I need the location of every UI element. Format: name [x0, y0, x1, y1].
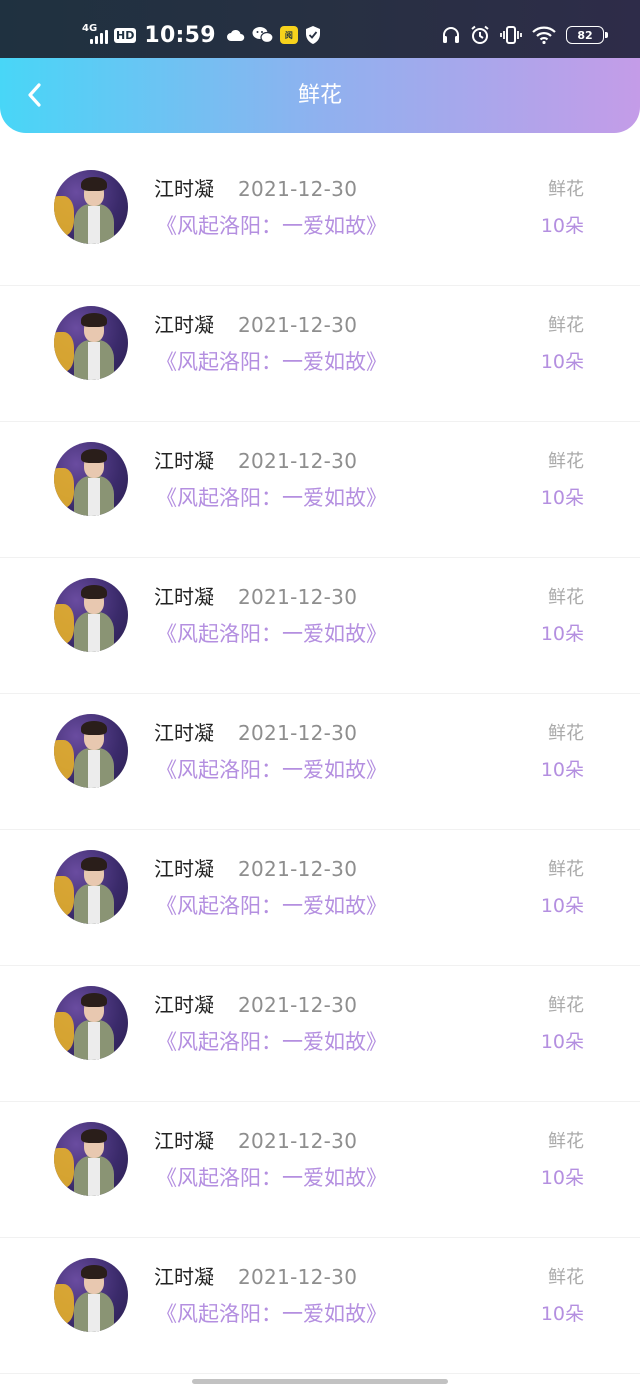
user-name: 江时凝 [154, 313, 214, 337]
avatar [54, 1122, 128, 1196]
list-item[interactable]: 江时凝 2021-12-30 《风起洛阳：一爱如故》 鲜花 10朵 [0, 286, 640, 422]
headphones-icon [443, 27, 459, 43]
drama-title: 《风起洛阳：一爱如故》 [156, 1166, 387, 1190]
alarm-icon [471, 25, 489, 44]
gift-count: 10朵 [540, 1303, 584, 1325]
record-date: 2021-12-30 [238, 449, 358, 473]
list-item[interactable]: 江时凝 2021-12-30 《风起洛阳：一爱如故》 鲜花 10朵 [0, 1238, 640, 1374]
record-date: 2021-12-30 [238, 857, 358, 881]
record-date: 2021-12-30 [238, 313, 358, 337]
page-title: 鲜花 [297, 83, 342, 108]
status-time: 10:59 [144, 22, 216, 48]
battery-icon: 82 [566, 26, 608, 44]
page-header: 鲜花 [0, 58, 640, 133]
drama-title: 《风起洛阳：一爱如故》 [156, 758, 387, 782]
battery-level: 82 [577, 28, 593, 42]
cloud-icon [226, 29, 245, 41]
drama-title: 《风起洛阳：一爱如故》 [156, 622, 387, 646]
cellular-signal-icon: 4G [82, 24, 108, 46]
user-name: 江时凝 [154, 1265, 214, 1289]
list-item[interactable]: 江时凝 2021-12-30 《风起洛阳：一爱如故》 鲜花 10朵 [0, 966, 640, 1102]
drama-title: 《风起洛阳：一爱如故》 [156, 486, 387, 510]
gift-count: 10朵 [540, 1167, 584, 1189]
list-item[interactable]: 江时凝 2021-12-30 《风起洛阳：一爱如故》 鲜花 10朵 [0, 150, 640, 286]
hd-badge: HD [114, 27, 137, 43]
user-name: 江时凝 [154, 993, 214, 1017]
gift-type: 鲜花 [548, 315, 584, 336]
avatar [54, 442, 128, 516]
avatar [54, 714, 128, 788]
record-date: 2021-12-30 [238, 177, 358, 201]
record-date: 2021-12-30 [238, 585, 358, 609]
avatar [54, 306, 128, 380]
gift-count: 10朵 [540, 759, 584, 781]
drama-title: 《风起洛阳：一爱如故》 [156, 894, 387, 918]
user-name: 江时凝 [154, 721, 214, 745]
status-left: 4G HD 10:59 阅 [82, 18, 322, 52]
drama-title: 《风起洛阳：一爱如故》 [156, 214, 387, 238]
status-right: 82 [442, 18, 608, 52]
vibrate-icon [500, 26, 522, 44]
list-item[interactable]: 江时凝 2021-12-30 《风起洛阳：一爱如故》 鲜花 10朵 [0, 1102, 640, 1238]
user-name: 江时凝 [154, 1129, 214, 1153]
record-date: 2021-12-30 [238, 993, 358, 1017]
wifi-icon [532, 26, 556, 44]
shield-icon [305, 26, 320, 44]
user-name: 江时凝 [154, 857, 214, 881]
avatar [54, 1258, 128, 1332]
flower-record-list: 江时凝 2021-12-30 《风起洛阳：一爱如故》 鲜花 10朵 江时凝 20… [0, 150, 640, 1374]
list-item[interactable]: 江时凝 2021-12-30 《风起洛阳：一爱如故》 鲜花 10朵 [0, 558, 640, 694]
drama-title: 《风起洛阳：一爱如故》 [156, 1030, 387, 1054]
gift-type: 鲜花 [548, 587, 584, 608]
gift-count: 10朵 [540, 351, 584, 373]
avatar [54, 170, 128, 244]
gift-count: 10朵 [540, 487, 584, 509]
list-item[interactable]: 江时凝 2021-12-30 《风起洛阳：一爱如故》 鲜花 10朵 [0, 830, 640, 966]
gift-type: 鲜花 [548, 1267, 584, 1288]
gift-count: 10朵 [540, 215, 584, 237]
gift-count: 10朵 [540, 1031, 584, 1053]
list-item[interactable]: 江时凝 2021-12-30 《风起洛阳：一爱如故》 鲜花 10朵 [0, 422, 640, 558]
record-date: 2021-12-30 [238, 1265, 358, 1289]
list-item[interactable]: 江时凝 2021-12-30 《风起洛阳：一爱如故》 鲜花 10朵 [0, 694, 640, 830]
user-name: 江时凝 [154, 449, 214, 473]
drama-title: 《风起洛阳：一爱如故》 [156, 350, 387, 374]
gift-type: 鲜花 [548, 723, 584, 744]
avatar [54, 986, 128, 1060]
avatar [54, 578, 128, 652]
wechat-icon [252, 27, 274, 44]
gift-count: 10朵 [540, 895, 584, 917]
avatar [54, 850, 128, 924]
gift-type: 鲜花 [548, 451, 584, 472]
gift-count: 10朵 [540, 623, 584, 645]
record-date: 2021-12-30 [238, 1129, 358, 1153]
gift-type: 鲜花 [548, 859, 584, 880]
reading-app-icon: 阅 [279, 26, 298, 44]
user-name: 江时凝 [154, 585, 214, 609]
status-bar: 4G HD 10:59 阅 82 [0, 0, 640, 60]
record-date: 2021-12-30 [238, 721, 358, 745]
drama-title: 《风起洛阳：一爱如故》 [156, 1302, 387, 1326]
home-indicator[interactable] [192, 1379, 448, 1384]
gift-type: 鲜花 [548, 179, 584, 200]
gift-type: 鲜花 [548, 995, 584, 1016]
user-name: 江时凝 [154, 177, 214, 201]
gift-type: 鲜花 [548, 1131, 584, 1152]
